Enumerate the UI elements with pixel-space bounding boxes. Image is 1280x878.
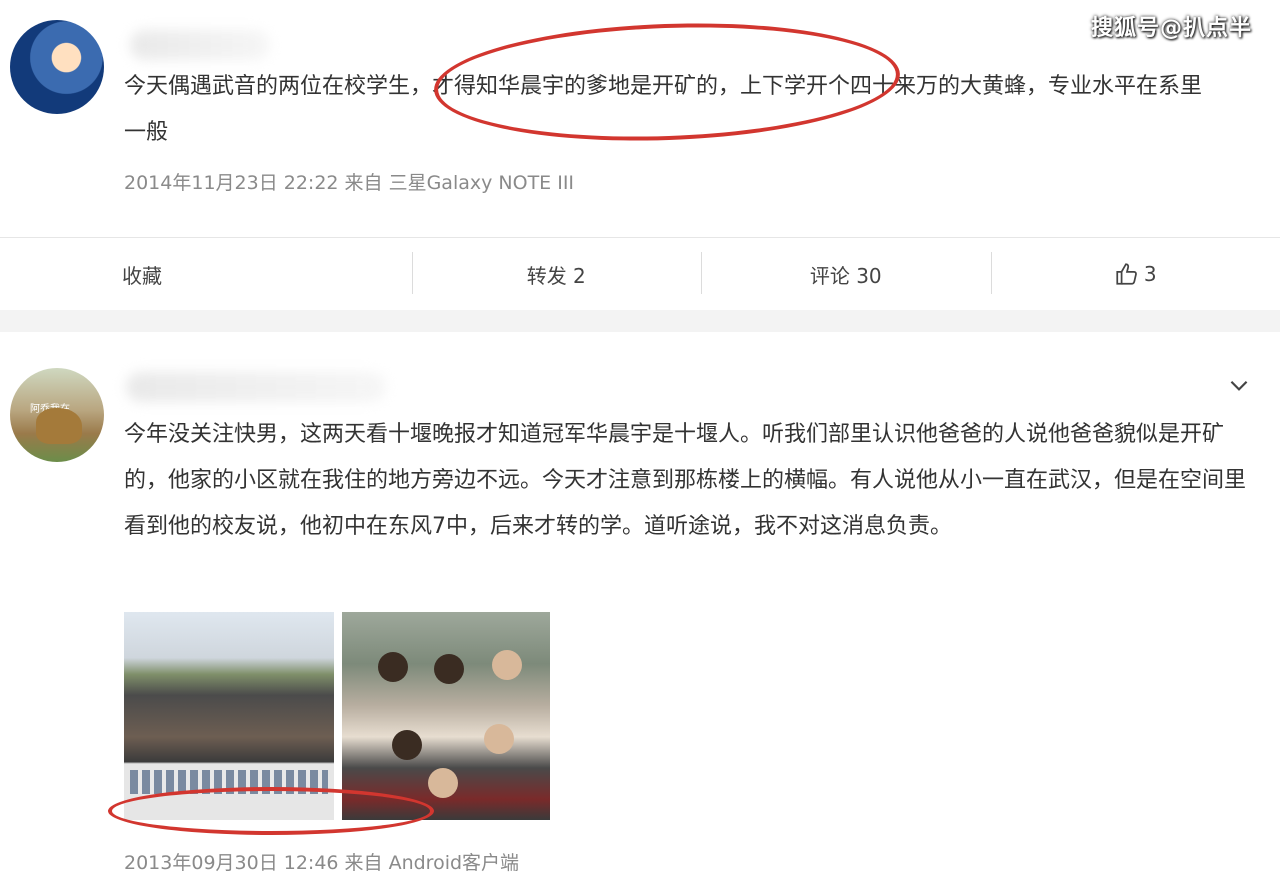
comment-label: 评论 30 — [809, 263, 882, 288]
favorite-label: 收藏 — [122, 263, 162, 288]
post-meta: 2014年11月23日 22:22 来自 三星Galaxy NOTE III — [124, 172, 575, 194]
avatar[interactable] — [10, 20, 104, 114]
person — [378, 652, 408, 682]
dog-image — [36, 408, 82, 444]
repost-button[interactable]: 转发 2 — [411, 238, 702, 310]
username-blurred — [126, 372, 386, 402]
avatar[interactable]: 阿乔我在 — [10, 368, 104, 462]
person — [392, 730, 422, 760]
person — [492, 650, 522, 680]
post-meta: 2013年09月30日 12:46 来自 Android客户端 — [124, 852, 520, 874]
username-blurred — [130, 30, 270, 60]
highlight-circle — [108, 787, 434, 835]
like-count: 3 — [1143, 262, 1157, 286]
person — [428, 768, 458, 798]
weibo-post-2: 阿乔我在 今年没关注快男，这两天看十堰晚报才知道冠军华晨宇是十堰人。听我们部里认… — [0, 332, 1280, 878]
person — [484, 724, 514, 754]
comment-button[interactable]: 评论 30 — [701, 238, 991, 310]
thumbs-up-icon — [1116, 263, 1137, 285]
people-photo[interactable] — [342, 612, 550, 820]
repost-label: 转发 2 — [526, 263, 586, 288]
favorite-button[interactable]: 收藏 — [0, 238, 412, 310]
chevron-down-icon[interactable] — [1226, 372, 1252, 398]
like-button[interactable]: 3 — [990, 238, 1280, 310]
action-bar: 收藏 转发 2 评论 30 3 — [0, 238, 1280, 310]
watermark: 搜狐号@扒点半 — [1090, 16, 1252, 41]
post-text: 今年没关注快男，这两天看十堰晚报才知道冠军华晨宇是十堰人。听我们部里认识他爸爸的… — [124, 422, 1247, 539]
person — [434, 654, 464, 684]
weibo-post-1: 今天偶遇武音的两位在校学生，才得知华晨宇的爹地是开矿的，上下学开个四十来万的大黄… — [0, 0, 1280, 310]
